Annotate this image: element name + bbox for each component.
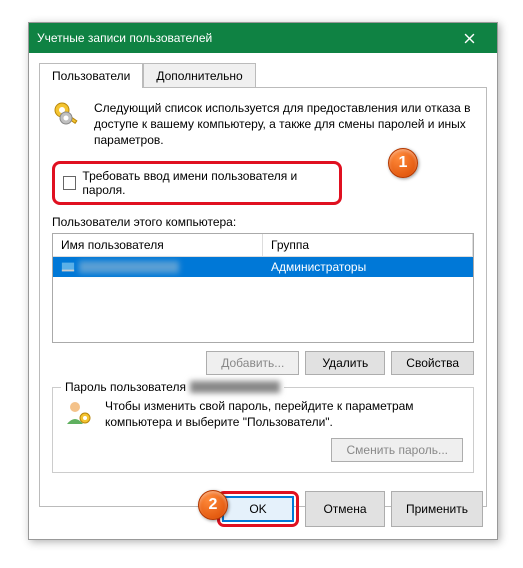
username-blurred (79, 261, 179, 273)
password-fieldset: Пароль пользователя Чтобы изменить свой … (52, 387, 474, 473)
user-group: Администраторы (263, 257, 473, 277)
change-password-button[interactable]: Сменить пароль... (331, 438, 463, 462)
tab-content: Следующий список используется для предос… (39, 87, 487, 507)
properties-button[interactable]: Свойства (391, 351, 474, 375)
require-login-highlight: Требовать ввод имени пользователя и паро… (52, 161, 342, 205)
users-list-label: Пользователи этого компьютера: (52, 215, 474, 229)
apply-button[interactable]: Применить (391, 491, 483, 527)
cancel-button[interactable]: Отмена (305, 491, 385, 527)
table-row[interactable]: Администраторы (53, 257, 473, 277)
user-icon (61, 260, 75, 274)
user-key-icon (63, 398, 95, 430)
column-header-group[interactable]: Группа (263, 234, 473, 256)
ok-button[interactable]: OK (222, 496, 294, 522)
tab-advanced[interactable]: Дополнительно (143, 63, 255, 88)
footer-buttons: OK Отмена Применить (217, 491, 483, 527)
require-login-checkbox[interactable] (63, 176, 76, 190)
legend-username-blurred (190, 381, 280, 393)
close-icon (464, 33, 475, 44)
close-button[interactable] (449, 23, 489, 53)
add-button[interactable]: Добавить... (206, 351, 299, 375)
legend-prefix: Пароль пользователя (65, 380, 186, 394)
ok-highlight: OK (217, 491, 299, 527)
remove-button[interactable]: Удалить (305, 351, 385, 375)
password-legend: Пароль пользователя (61, 380, 284, 394)
titlebar: Учетные записи пользователей (29, 23, 497, 53)
users-list[interactable]: Имя пользователя Группа Администраторы (52, 233, 474, 343)
tab-users[interactable]: Пользователи (39, 63, 143, 88)
list-header: Имя пользователя Группа (53, 234, 473, 257)
user-accounts-dialog: Учетные записи пользователей Пользовател… (28, 22, 498, 540)
require-login-label: Требовать ввод имени пользователя и паро… (82, 169, 331, 197)
column-header-name[interactable]: Имя пользователя (53, 234, 263, 256)
callout-2: 2 (198, 490, 228, 520)
callout-1: 1 (388, 148, 418, 178)
password-text: Чтобы изменить свой пароль, перейдите к … (105, 398, 463, 430)
description-text: Следующий список используется для предос… (94, 100, 474, 149)
window-title: Учетные записи пользователей (37, 31, 449, 45)
tabs: Пользователи Дополнительно (39, 63, 487, 88)
keys-icon (52, 100, 84, 132)
